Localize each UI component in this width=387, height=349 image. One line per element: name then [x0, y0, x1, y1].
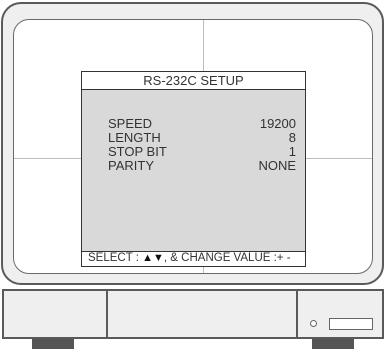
- monitor-bezel: RS-232C SETUP SPEED 19200 LENGTH 8 STOP …: [1, 2, 384, 285]
- monitor-foot-right: [312, 339, 354, 349]
- osd-footer-hint: SELECT : ▲▼, & CHANGE VALUE :+ -: [82, 251, 305, 266]
- footer-change-text: , & CHANGE VALUE :+ -: [163, 252, 291, 264]
- footer-select-text: SELECT :: [88, 252, 139, 264]
- setting-label: PARITY: [108, 158, 154, 173]
- power-led-icon: [310, 320, 317, 327]
- monitor-base: [2, 289, 384, 339]
- osd-setup-menu: RS-232C SETUP SPEED 19200 LENGTH 8 STOP …: [81, 71, 306, 267]
- setting-row-parity[interactable]: PARITY NONE: [108, 158, 296, 174]
- monitor-foot-left: [32, 339, 74, 349]
- monitor-screen: RS-232C SETUP SPEED 19200 LENGTH 8 STOP …: [13, 19, 373, 274]
- base-divider-left: [106, 291, 108, 337]
- down-arrow-icon: ▼: [153, 252, 164, 264]
- power-button[interactable]: [329, 318, 373, 330]
- osd-title: RS-232C SETUP: [82, 72, 305, 90]
- up-arrow-icon: ▲: [142, 252, 154, 264]
- setting-value: NONE: [258, 158, 296, 173]
- base-divider-right: [296, 291, 298, 337]
